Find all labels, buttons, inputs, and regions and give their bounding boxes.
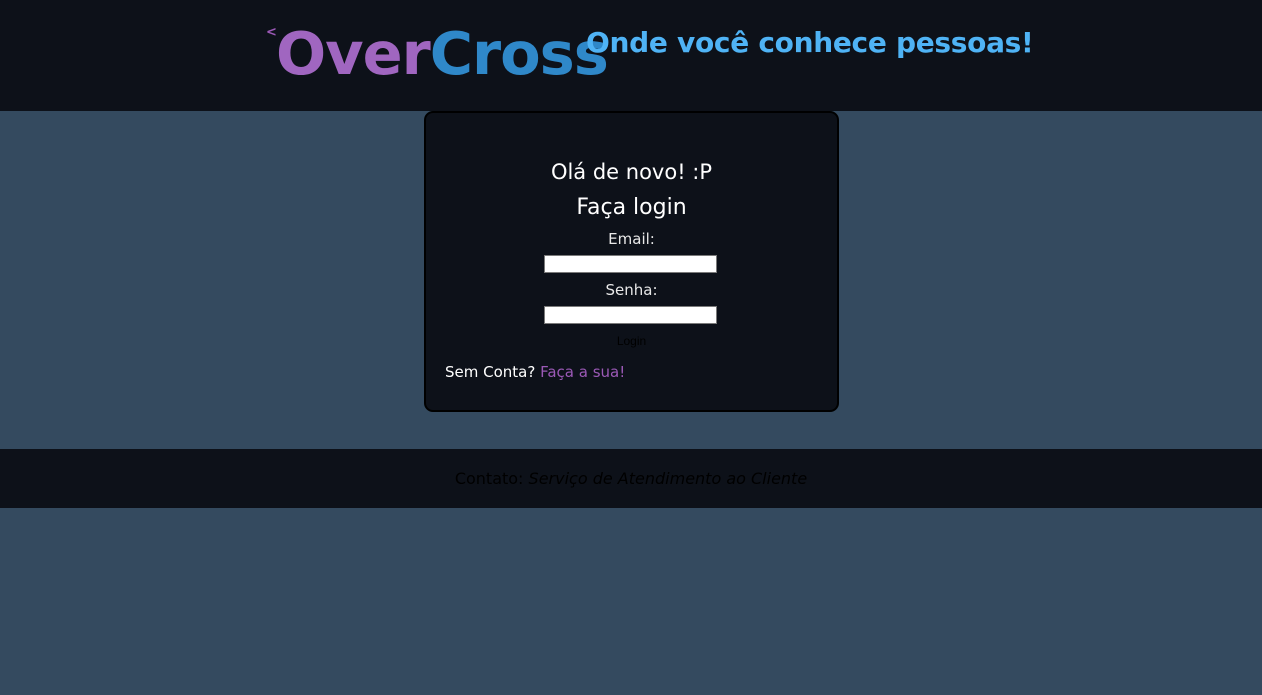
site-tagline: Onde você conhece pessoas!: [586, 26, 1034, 59]
email-label: Email:: [608, 230, 655, 248]
password-label: Senha:: [605, 281, 658, 299]
email-field[interactable]: [544, 255, 717, 273]
greeting-text: Olá de novo! :P: [550, 160, 713, 184]
signup-prompt: Sem Conta? Faça a sua!: [445, 362, 625, 382]
login-card: Olá de novo! :P Faça login Email: Senha:…: [424, 111, 839, 412]
site-footer: Contato: Serviço de Atendimento ao Clien…: [0, 449, 1262, 508]
login-button[interactable]: Login: [426, 332, 837, 350]
login-title: Faça login: [576, 195, 687, 220]
logo-text-cross: Cross: [429, 19, 609, 88]
signup-link[interactable]: Faça a sua!: [540, 363, 625, 381]
password-field[interactable]: [544, 306, 717, 324]
no-account-text: Sem Conta?: [445, 363, 536, 381]
customer-service-link[interactable]: Serviço de Atendimento ao Cliente: [529, 469, 808, 488]
contact-line: Contato: Serviço de Atendimento ao Clien…: [0, 468, 1262, 490]
site-logo[interactable]: OverCross: [276, 18, 609, 90]
contact-label: Contato:: [454, 469, 524, 488]
logo-text-over: Over: [276, 19, 431, 88]
site-header: < OverCross Onde você conhece pessoas!: [0, 0, 1262, 111]
